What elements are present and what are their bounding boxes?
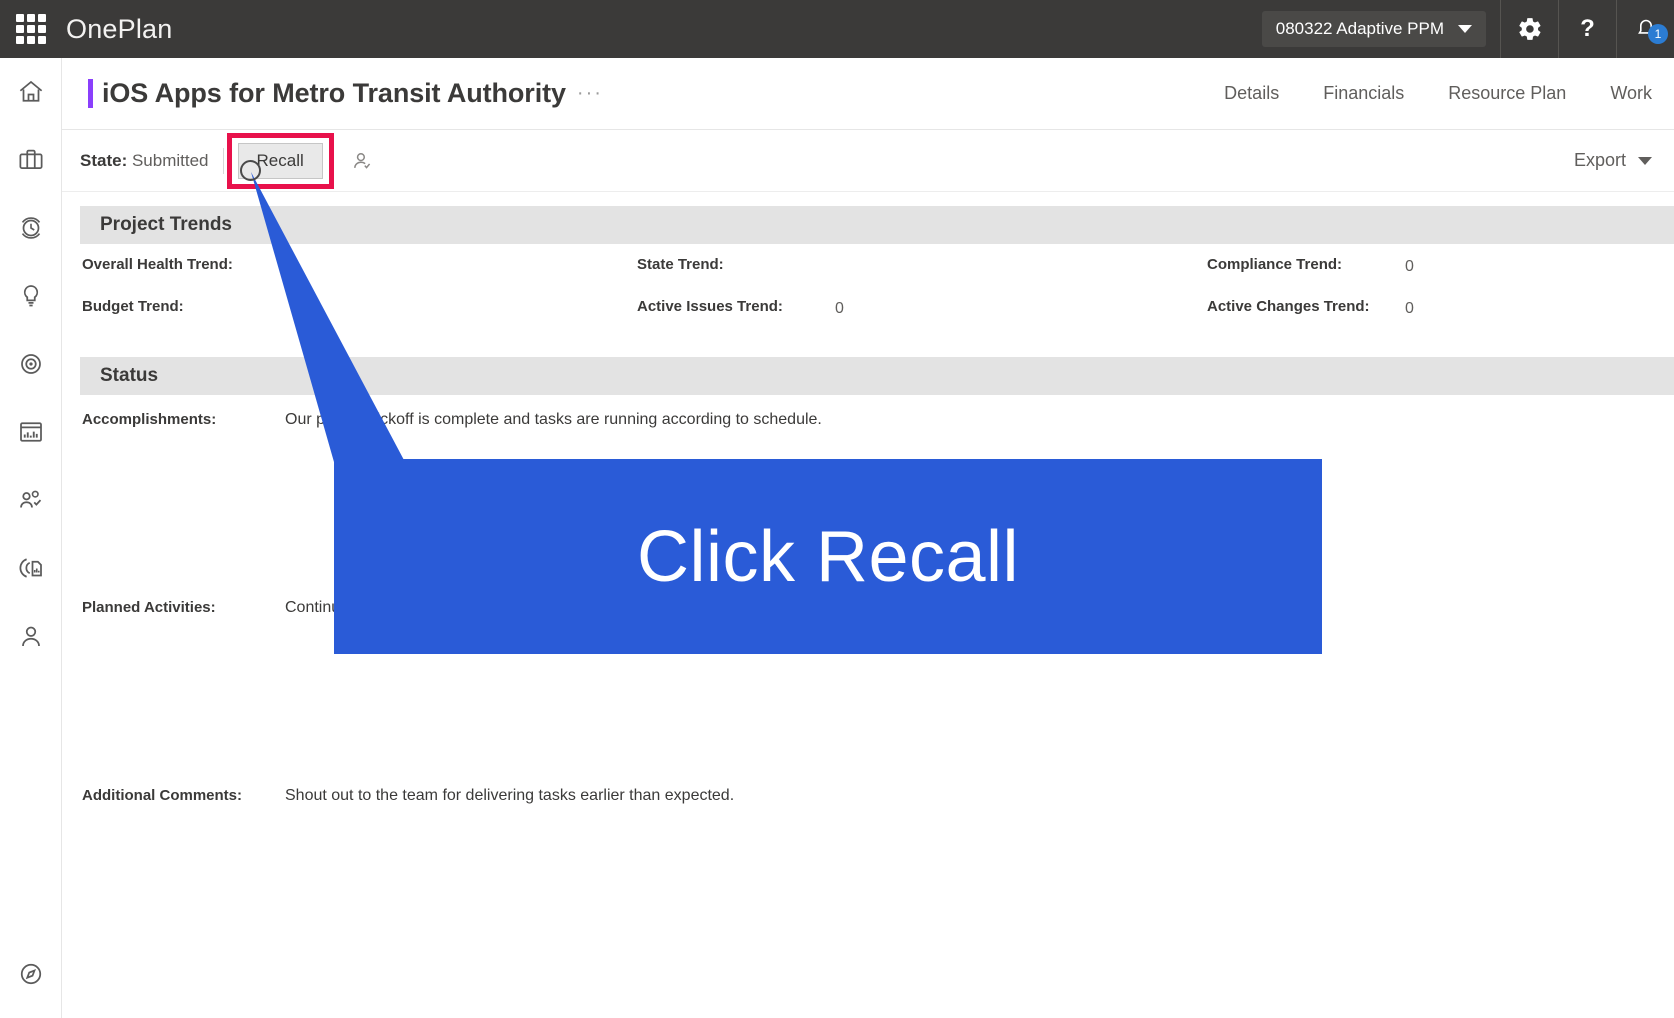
field-state-trend: State Trend: [635,256,1205,273]
title-more-options-icon[interactable]: ··· [577,82,603,105]
field-compliance-trend: Compliance Trend: 0 [1205,256,1625,278]
field-active-changes-trend: Active Changes Trend: 0 [1205,298,1625,320]
section-header-status: Status [80,357,1674,396]
trends-row-1: Overall Health Trend: State Trend: Compl… [80,256,1674,278]
recall-button[interactable]: Recall [237,142,323,179]
field-active-issues-trend: Active Issues Trend: 0 [635,298,1205,320]
field-value[interactable]: Shout out to the team for delivering tas… [285,787,734,805]
chevron-down-icon [1638,156,1652,165]
state-label: State: [80,150,128,170]
section-header-project-trends: Project Trends [80,206,1674,244]
tab-resource-plan[interactable]: Resource Plan [1426,83,1588,104]
page-tabs: Details Financials Resource Plan Work [1202,58,1674,130]
field-value: 0 [835,299,844,317]
field-label: Planned Activities: [82,599,216,617]
notifications-button[interactable]: 1 [1616,0,1674,58]
question-mark-icon: ? [1580,15,1595,42]
briefcase-icon [19,149,43,169]
field-accomplishments: Accomplishments: Our project kickoff is … [80,411,1674,429]
state-value: Submitted [131,150,209,170]
tab-details[interactable]: Details [1202,83,1301,104]
gear-icon [1518,18,1540,40]
rail-item-resource-approvals[interactable] [0,466,62,534]
field-label: Accomplishments: [82,411,217,429]
workspace-selector-label: 080322 Adaptive PPM [1275,19,1444,38]
rail-item-explore[interactable] [0,940,62,1008]
page-title: iOS Apps for Metro Transit Authority [102,78,566,108]
help-button[interactable]: ? [1558,0,1616,58]
status-fields: Accomplishments: Our project kickoff is … [62,395,1674,805]
rail-item-reports[interactable] [0,534,62,602]
bar-chart-icon [20,422,42,442]
field-label: Budget Trend: [82,297,184,315]
field-value: 0 [1405,258,1414,275]
field-budget-trend: Budget Trend: [80,298,635,315]
export-button[interactable]: Export [1574,150,1652,171]
field-planned-activities: Planned Activities: Continue [80,599,1674,617]
command-bar: State: Submitted Recall Export [62,130,1674,192]
field-value[interactable]: Our project kickoff is complete and task… [285,411,822,429]
state-indicator: State: Submitted [80,151,209,171]
rail-item-goals[interactable] [0,330,62,398]
title-accent-bar [88,79,93,108]
person-approver-icon [353,152,370,169]
field-label: Compliance Trend: [1207,256,1343,273]
user-person-icon [22,626,40,647]
top-app-bar: OnePlan 080322 Adaptive PPM ? 1 [0,0,1674,58]
page-header: iOS Apps for Metro Transit Authority ···… [62,58,1674,130]
field-label: Active Changes Trend: [1207,297,1370,315]
left-nav-rail [0,58,62,1018]
notification-count-badge: 1 [1648,24,1668,44]
settings-button[interactable] [1500,0,1558,58]
trends-row-2: Budget Trend: Active Issues Trend: 0 Act… [80,298,1674,320]
rail-item-portfolio[interactable] [0,126,62,194]
approver-button[interactable] [349,148,375,174]
field-additional-comments: Additional Comments: Shout out to the te… [80,787,1674,805]
chevron-down-icon [1458,25,1472,33]
report-document-icon [19,558,42,578]
people-approval-icon [20,490,42,508]
lightbulb-idea-icon [23,285,39,307]
app-launcher-icon[interactable] [16,14,46,44]
field-label: Additional Comments: [82,787,242,805]
rail-item-profile[interactable] [0,602,62,670]
tab-financials[interactable]: Financials [1301,83,1426,104]
home-icon [19,80,43,102]
target-goal-icon [21,354,41,374]
workspace-selector[interactable]: 080322 Adaptive PPM [1261,11,1486,47]
project-detail-page: iOS Apps for Metro Transit Authority ···… [62,58,1674,1018]
field-overall-health-trend: Overall Health Trend: [80,256,635,273]
field-label: Active Issues Trend: [637,297,783,315]
export-label: Export [1573,150,1626,170]
top-bar-actions: 080322 Adaptive PPM ? 1 [1261,0,1674,58]
field-label: Overall Health Trend: [82,256,233,273]
field-value[interactable]: Continue [285,599,349,617]
project-trends-fields: Overall Health Trend: State Trend: Compl… [62,244,1674,343]
recall-button-wrapper: Recall [226,132,334,189]
tab-work[interactable]: Work [1588,83,1674,104]
rail-item-dashboards[interactable] [0,398,62,466]
timesheet-clock-icon [21,217,41,239]
command-divider [222,147,224,174]
rail-item-timesheet[interactable] [0,194,62,262]
app-brand-name: OnePlan [66,13,173,44]
field-label: State Trend: [637,256,724,273]
field-value: 0 [1405,299,1414,317]
rail-item-home[interactable] [0,58,62,126]
rail-item-ideas[interactable] [0,262,62,330]
compass-icon [20,963,42,985]
